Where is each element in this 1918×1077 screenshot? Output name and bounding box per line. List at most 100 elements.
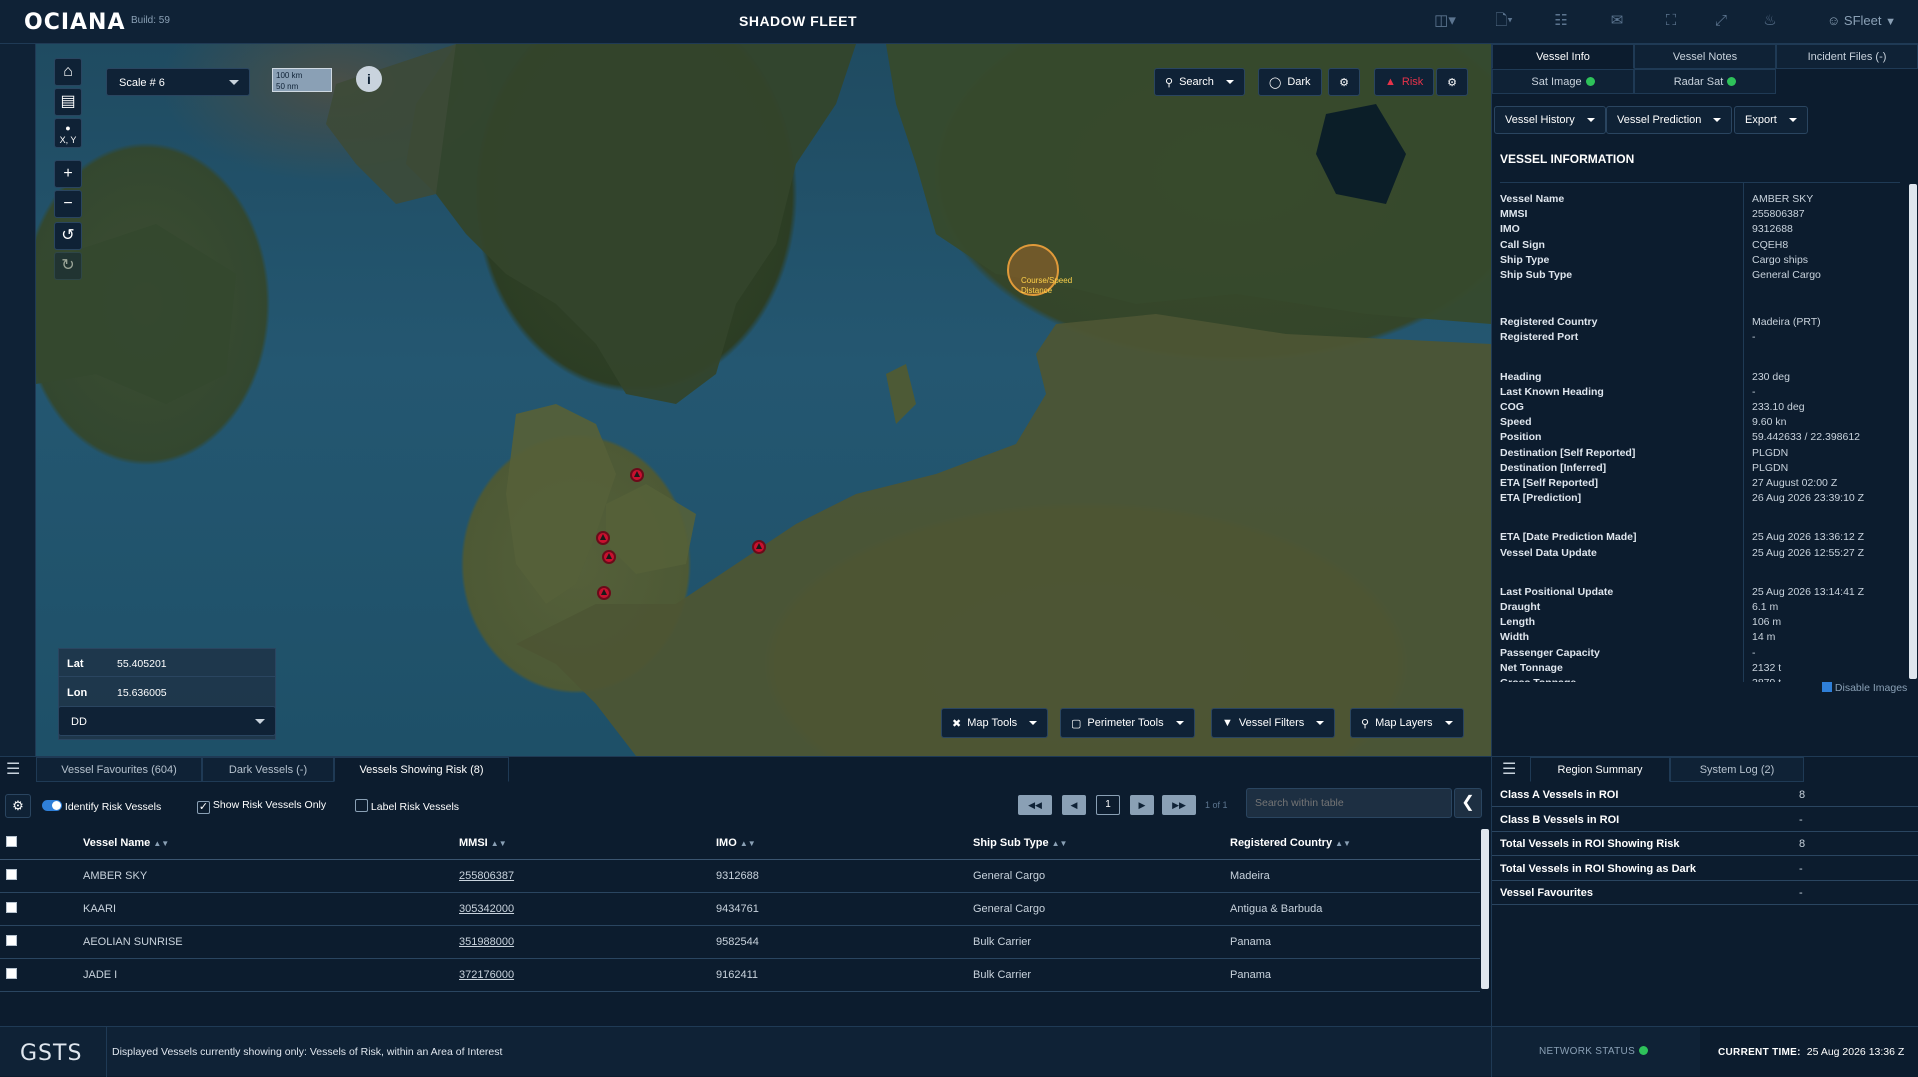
- map-layers-button[interactable]: ⚲ Map Layers: [1350, 708, 1464, 738]
- table-scrollbar[interactable]: [1481, 829, 1489, 989]
- disable-images-toggle[interactable]: Disable Images: [1822, 682, 1907, 694]
- row-checkbox[interactable]: [6, 869, 17, 880]
- chat-icon[interactable]: ✉: [1606, 11, 1628, 31]
- col-registered-country[interactable]: Registered Country ▲▼: [1230, 827, 1480, 860]
- redo-button[interactable]: ↻: [54, 252, 82, 280]
- scale-select-value: Scale # 6: [119, 77, 165, 89]
- coord-format-select[interactable]: DD: [58, 706, 276, 736]
- select-all-checkbox[interactable]: [6, 836, 17, 848]
- mmsi-link[interactable]: 255806387: [459, 870, 514, 882]
- risk-button[interactable]: ▲ Risk: [1374, 68, 1435, 96]
- table-row[interactable]: JADE I 372176000 9162411 Bulk Carrier Panama: [0, 958, 1480, 992]
- risk-vessel-marker[interactable]: [596, 531, 610, 545]
- fullscreen-icon[interactable]: ⛶: [1660, 11, 1682, 31]
- first-page-button[interactable]: ◀◀: [1018, 795, 1052, 815]
- check-icon[interactable]: ✓: [197, 801, 210, 814]
- risk-settings-button[interactable]: ⚙: [1436, 68, 1468, 96]
- risk-vessel-marker[interactable]: [602, 550, 616, 564]
- tab-dark-vessels[interactable]: Dark Vessels (-): [202, 757, 334, 782]
- vessel-prediction-button[interactable]: Vessel Prediction: [1606, 106, 1733, 134]
- disable-images-checkbox[interactable]: [1822, 682, 1832, 692]
- document-icon[interactable]: 🗋▾: [1489, 11, 1519, 31]
- col-mmsi[interactable]: MMSI ▲▼: [459, 827, 716, 860]
- tab-vessel-favourites[interactable]: Vessel Favourites (604): [36, 757, 202, 782]
- vessel-history-button[interactable]: Vessel History: [1494, 106, 1606, 134]
- row-checkbox[interactable]: [6, 968, 17, 979]
- vessel-filters-button[interactable]: ▼ Vessel Filters: [1211, 708, 1336, 738]
- tab-vessel-info[interactable]: Vessel Info: [1492, 44, 1634, 69]
- zoom-out-button[interactable]: −: [54, 190, 82, 218]
- tab-vessel-notes[interactable]: Vessel Notes: [1634, 44, 1776, 69]
- row-checkbox[interactable]: [6, 935, 17, 946]
- next-page-button[interactable]: ▶: [1130, 795, 1154, 815]
- footer-divider: [1491, 1027, 1492, 1077]
- col-imo[interactable]: IMO ▲▼: [716, 827, 973, 860]
- mmsi-link[interactable]: 305342000: [459, 903, 514, 915]
- table-row[interactable]: KAARI 305342000 9434761 General Cargo Antigu…: [0, 892, 1480, 926]
- col-ship-sub-type[interactable]: Ship Sub Type ▲▼: [973, 827, 1230, 860]
- mmsi-link[interactable]: 351988000: [459, 936, 514, 948]
- tab-system-log[interactable]: System Log (2): [1670, 757, 1804, 782]
- perimeter-tools-button[interactable]: ▢ Perimeter Tools: [1060, 708, 1195, 738]
- tab-incident-files[interactable]: Incident Files (-): [1776, 44, 1918, 69]
- dark-settings-button[interactable]: ⚙: [1328, 68, 1360, 96]
- table-row[interactable]: AEOLIAN SUNRISE 351988000 9582544 Bulk Carr…: [0, 925, 1480, 959]
- scale-select[interactable]: Scale # 6: [106, 68, 250, 96]
- table-cell: Bulk Carrier: [973, 925, 1230, 959]
- search-button[interactable]: ⚲ Search: [1154, 68, 1245, 96]
- last-page-button[interactable]: ▶▶: [1162, 795, 1196, 815]
- row-select-cell: [0, 925, 83, 959]
- info-icon[interactable]: i: [356, 66, 382, 92]
- field-label: ETA [Self Reported]: [1500, 477, 1599, 489]
- bell-icon[interactable]: ♨: [1759, 11, 1781, 31]
- toggle-switch[interactable]: [42, 800, 62, 811]
- map-tools-button[interactable]: ✖ Map Tools: [941, 708, 1049, 738]
- zoom-in-button[interactable]: +: [54, 160, 82, 188]
- hamburger-icon[interactable]: ☰: [1502, 761, 1524, 779]
- risk-vessel-marker[interactable]: [752, 540, 766, 554]
- hamburger-icon[interactable]: ☰: [6, 761, 28, 779]
- lat-row: Lat 55.405201: [59, 649, 275, 677]
- tab-sat-image[interactable]: Sat Image: [1492, 69, 1634, 94]
- table-search-input[interactable]: [1246, 788, 1452, 818]
- vessel-info-scrollbar[interactable]: [1909, 184, 1917, 679]
- settings-button[interactable]: ⚙: [5, 794, 31, 818]
- expand-icon[interactable]: ⤢: [1710, 11, 1732, 31]
- collapse-button[interactable]: ❮: [1454, 788, 1482, 818]
- scale-bar-nm: 50 nm: [276, 82, 299, 91]
- field-label: Gross Tonnage: [1500, 677, 1576, 682]
- export-button[interactable]: Export: [1734, 106, 1808, 134]
- risk-vessel-marker[interactable]: [597, 586, 611, 600]
- row-checkbox[interactable]: [6, 902, 17, 913]
- show-risk-only-toggle[interactable]: ✓ Show Risk Vessels Only: [197, 799, 326, 814]
- xy-button[interactable]: ● X, Y: [54, 118, 82, 148]
- identify-risk-toggle[interactable]: Identify Risk Vessels: [42, 800, 161, 813]
- col-vessel-name[interactable]: Vessel Name ▲▼: [83, 827, 459, 860]
- region-summary-row: Total Vessels in ROI Showing Risk 8: [1492, 832, 1918, 856]
- table-row[interactable]: AMBER SKY 255806387 9312688 General Cargo Ma…: [0, 859, 1480, 893]
- mmsi-link[interactable]: 372176000: [459, 969, 514, 981]
- layout-icon[interactable]: ◫▾: [1428, 11, 1462, 31]
- map-view[interactable]: ⌂ ▤ ● X, Y + − ↺ ↻ Scale # 6 100 km 50 nm…: [36, 44, 1491, 756]
- tab-vessels-showing-risk[interactable]: Vessels Showing Risk (8): [334, 757, 509, 782]
- prev-page-button[interactable]: ◀: [1062, 795, 1086, 815]
- book-button[interactable]: ▤: [54, 88, 82, 116]
- dark-label: Dark: [1287, 76, 1311, 88]
- label-risk-toggle[interactable]: Label Risk Vessels: [355, 799, 459, 813]
- tab-radar-sat[interactable]: Radar Sat: [1634, 69, 1776, 94]
- table-cell: KAARI: [83, 892, 459, 926]
- risk-label: Risk: [1401, 76, 1424, 88]
- dark-button[interactable]: ◯ Dark: [1258, 68, 1322, 96]
- risk-vessel-marker[interactable]: [630, 468, 644, 482]
- page-number[interactable]: 1: [1096, 795, 1120, 815]
- table-cell: Bulk Carrier: [973, 958, 1230, 992]
- home-button[interactable]: ⌂: [54, 58, 82, 86]
- pin-icon: ●: [65, 123, 71, 133]
- label-risk-checkbox[interactable]: [355, 799, 368, 812]
- field-value: 106 m: [1752, 616, 1782, 629]
- undo-button[interactable]: ↺: [54, 222, 82, 250]
- field-label: ETA [Date Prediction Made]: [1500, 531, 1637, 544]
- user-menu[interactable]: ☺ SFleet ▼: [1827, 13, 1896, 28]
- tab-region-summary[interactable]: Region Summary: [1530, 757, 1670, 782]
- calendar-icon[interactable]: ☷: [1550, 11, 1572, 31]
